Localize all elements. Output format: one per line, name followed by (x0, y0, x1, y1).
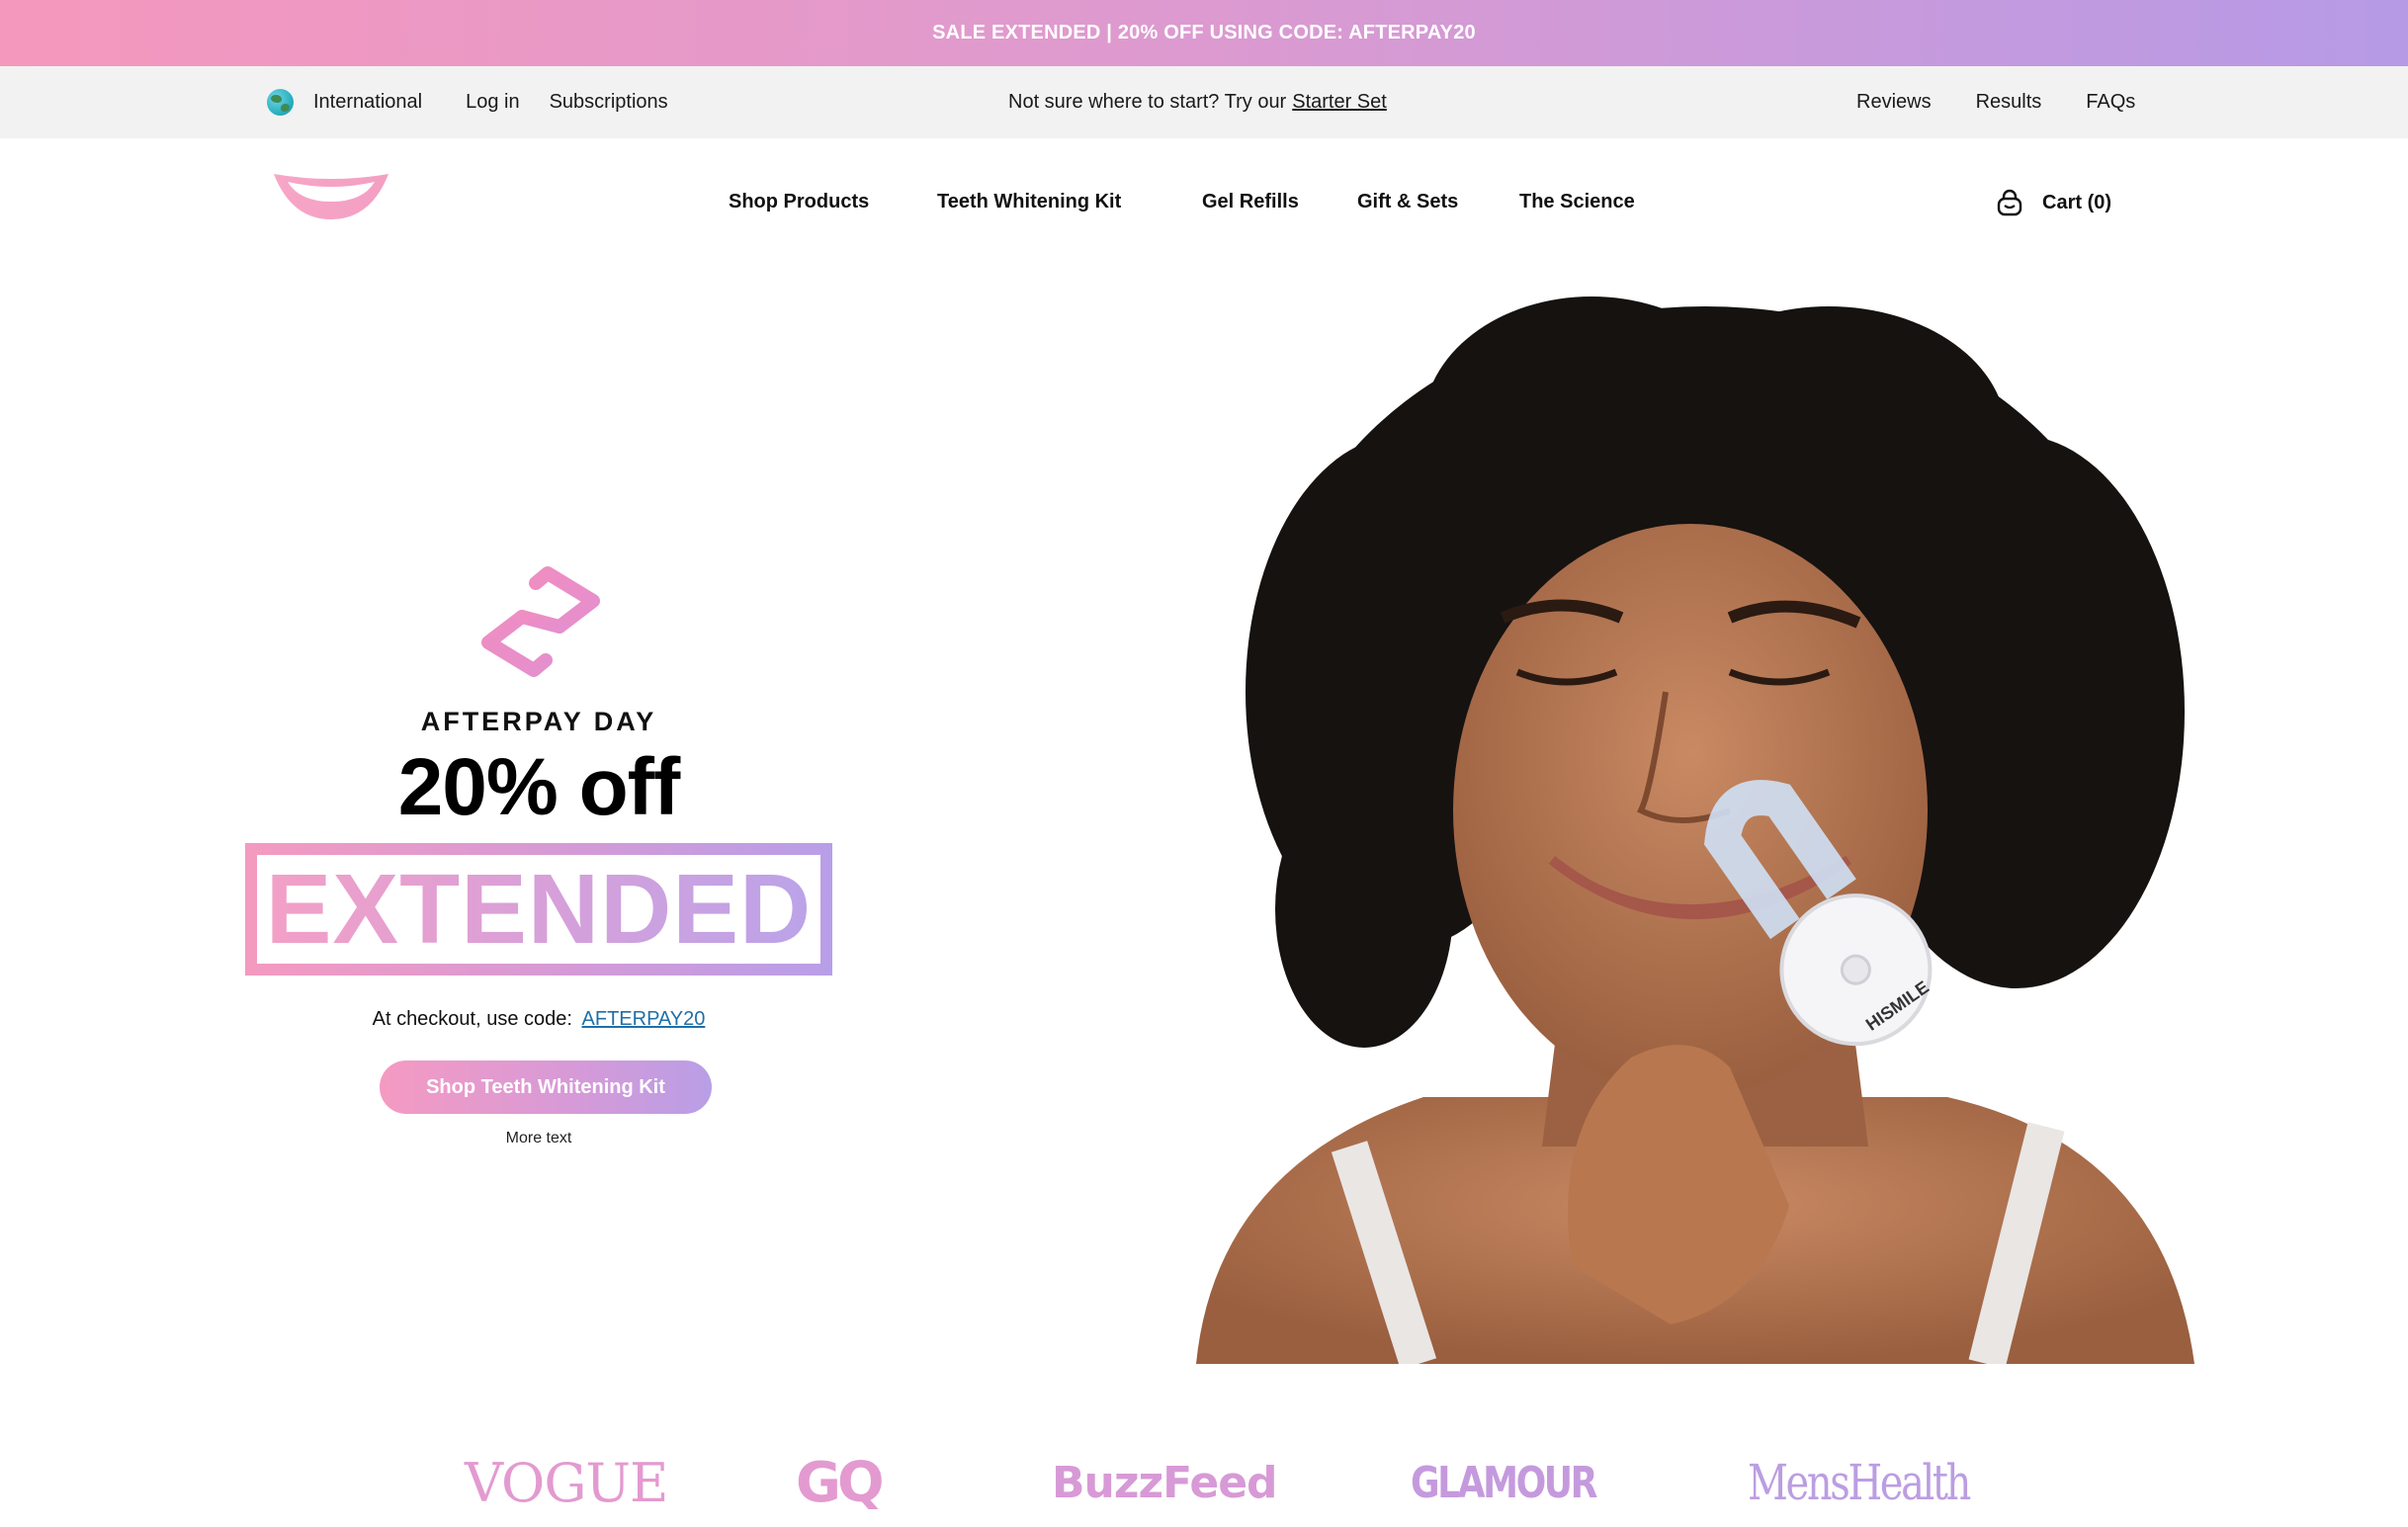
reviews-link[interactable]: Reviews (1856, 91, 1932, 114)
utility-right: Reviews Results FAQs (1856, 66, 2180, 138)
checkout-prefix: At checkout, use code: (372, 1008, 572, 1030)
afterpay-icon (481, 566, 600, 677)
faqs-link[interactable]: FAQs (2086, 91, 2135, 114)
starter-prefix: Not sure where to start? Try our (1008, 91, 1287, 113)
login-link[interactable]: Log in (466, 91, 520, 114)
announcement-bar: SALE EXTENDED | 20% OFF USING CODE: AFTE… (0, 0, 2408, 66)
nav-gift-sets[interactable]: Gift & Sets (1357, 191, 1458, 213)
press-logo-vogue: VOGUE (465, 1451, 668, 1514)
press-logo-menshealth: MensHealth (1748, 1454, 1971, 1511)
more-text-link[interactable]: More text (245, 1130, 832, 1147)
results-link[interactable]: Results (1976, 91, 2042, 114)
promo-code-link[interactable]: AFTERPAY20 (582, 1008, 706, 1030)
cart-label: Cart (0) (2042, 191, 2112, 213)
discount-headline: 20% off (397, 742, 681, 832)
announcement-text: SALE EXTENDED | 20% OFF USING CODE: AFTE… (932, 22, 1476, 43)
lips-logo-icon[interactable] (272, 170, 390, 221)
starter-set-link[interactable]: Starter Set (1292, 91, 1387, 114)
extended-text: EXTENDED (265, 853, 813, 965)
press-logo-buzzfeed: BuzzFeed (1052, 1457, 1278, 1508)
nav-the-science[interactable]: The Science (1519, 191, 1635, 213)
starter-promo: Not sure where to start? Try our Starter… (1008, 66, 1387, 138)
subscriptions-link[interactable]: Subscriptions (550, 91, 668, 114)
press-logo-gq: GQ (796, 1450, 885, 1515)
extended-badge: EXTENDED (245, 843, 832, 976)
bag-icon (1997, 189, 2022, 216)
afterpay-day-eyebrow: AFTERPAY DAY (420, 707, 657, 736)
international-link[interactable]: International (313, 91, 422, 114)
shop-teeth-whitening-kit-button[interactable]: Shop Teeth Whitening Kit (380, 1060, 712, 1114)
utility-left: International Log in Subscriptions (267, 66, 698, 138)
nav-gel-refills[interactable]: Gel Refills (1202, 191, 1299, 213)
nav-teeth-whitening-kit[interactable]: Teeth Whitening Kit (937, 191, 1121, 213)
extended-badge-inner: EXTENDED (257, 853, 820, 965)
press-logo-glamour: GLAMOUR (1411, 1457, 1597, 1508)
checkout-note: At checkout, use code: AFTERPAY20 (245, 1008, 832, 1031)
cart-button[interactable]: Cart (0) (1995, 188, 2111, 217)
globe-icon[interactable] (267, 89, 294, 116)
utility-bar: International Log in Subscriptions Not s… (0, 66, 2408, 138)
nav-shop-products[interactable]: Shop Products (729, 191, 869, 213)
hero-model-image: HISMILE (1196, 297, 2194, 1364)
